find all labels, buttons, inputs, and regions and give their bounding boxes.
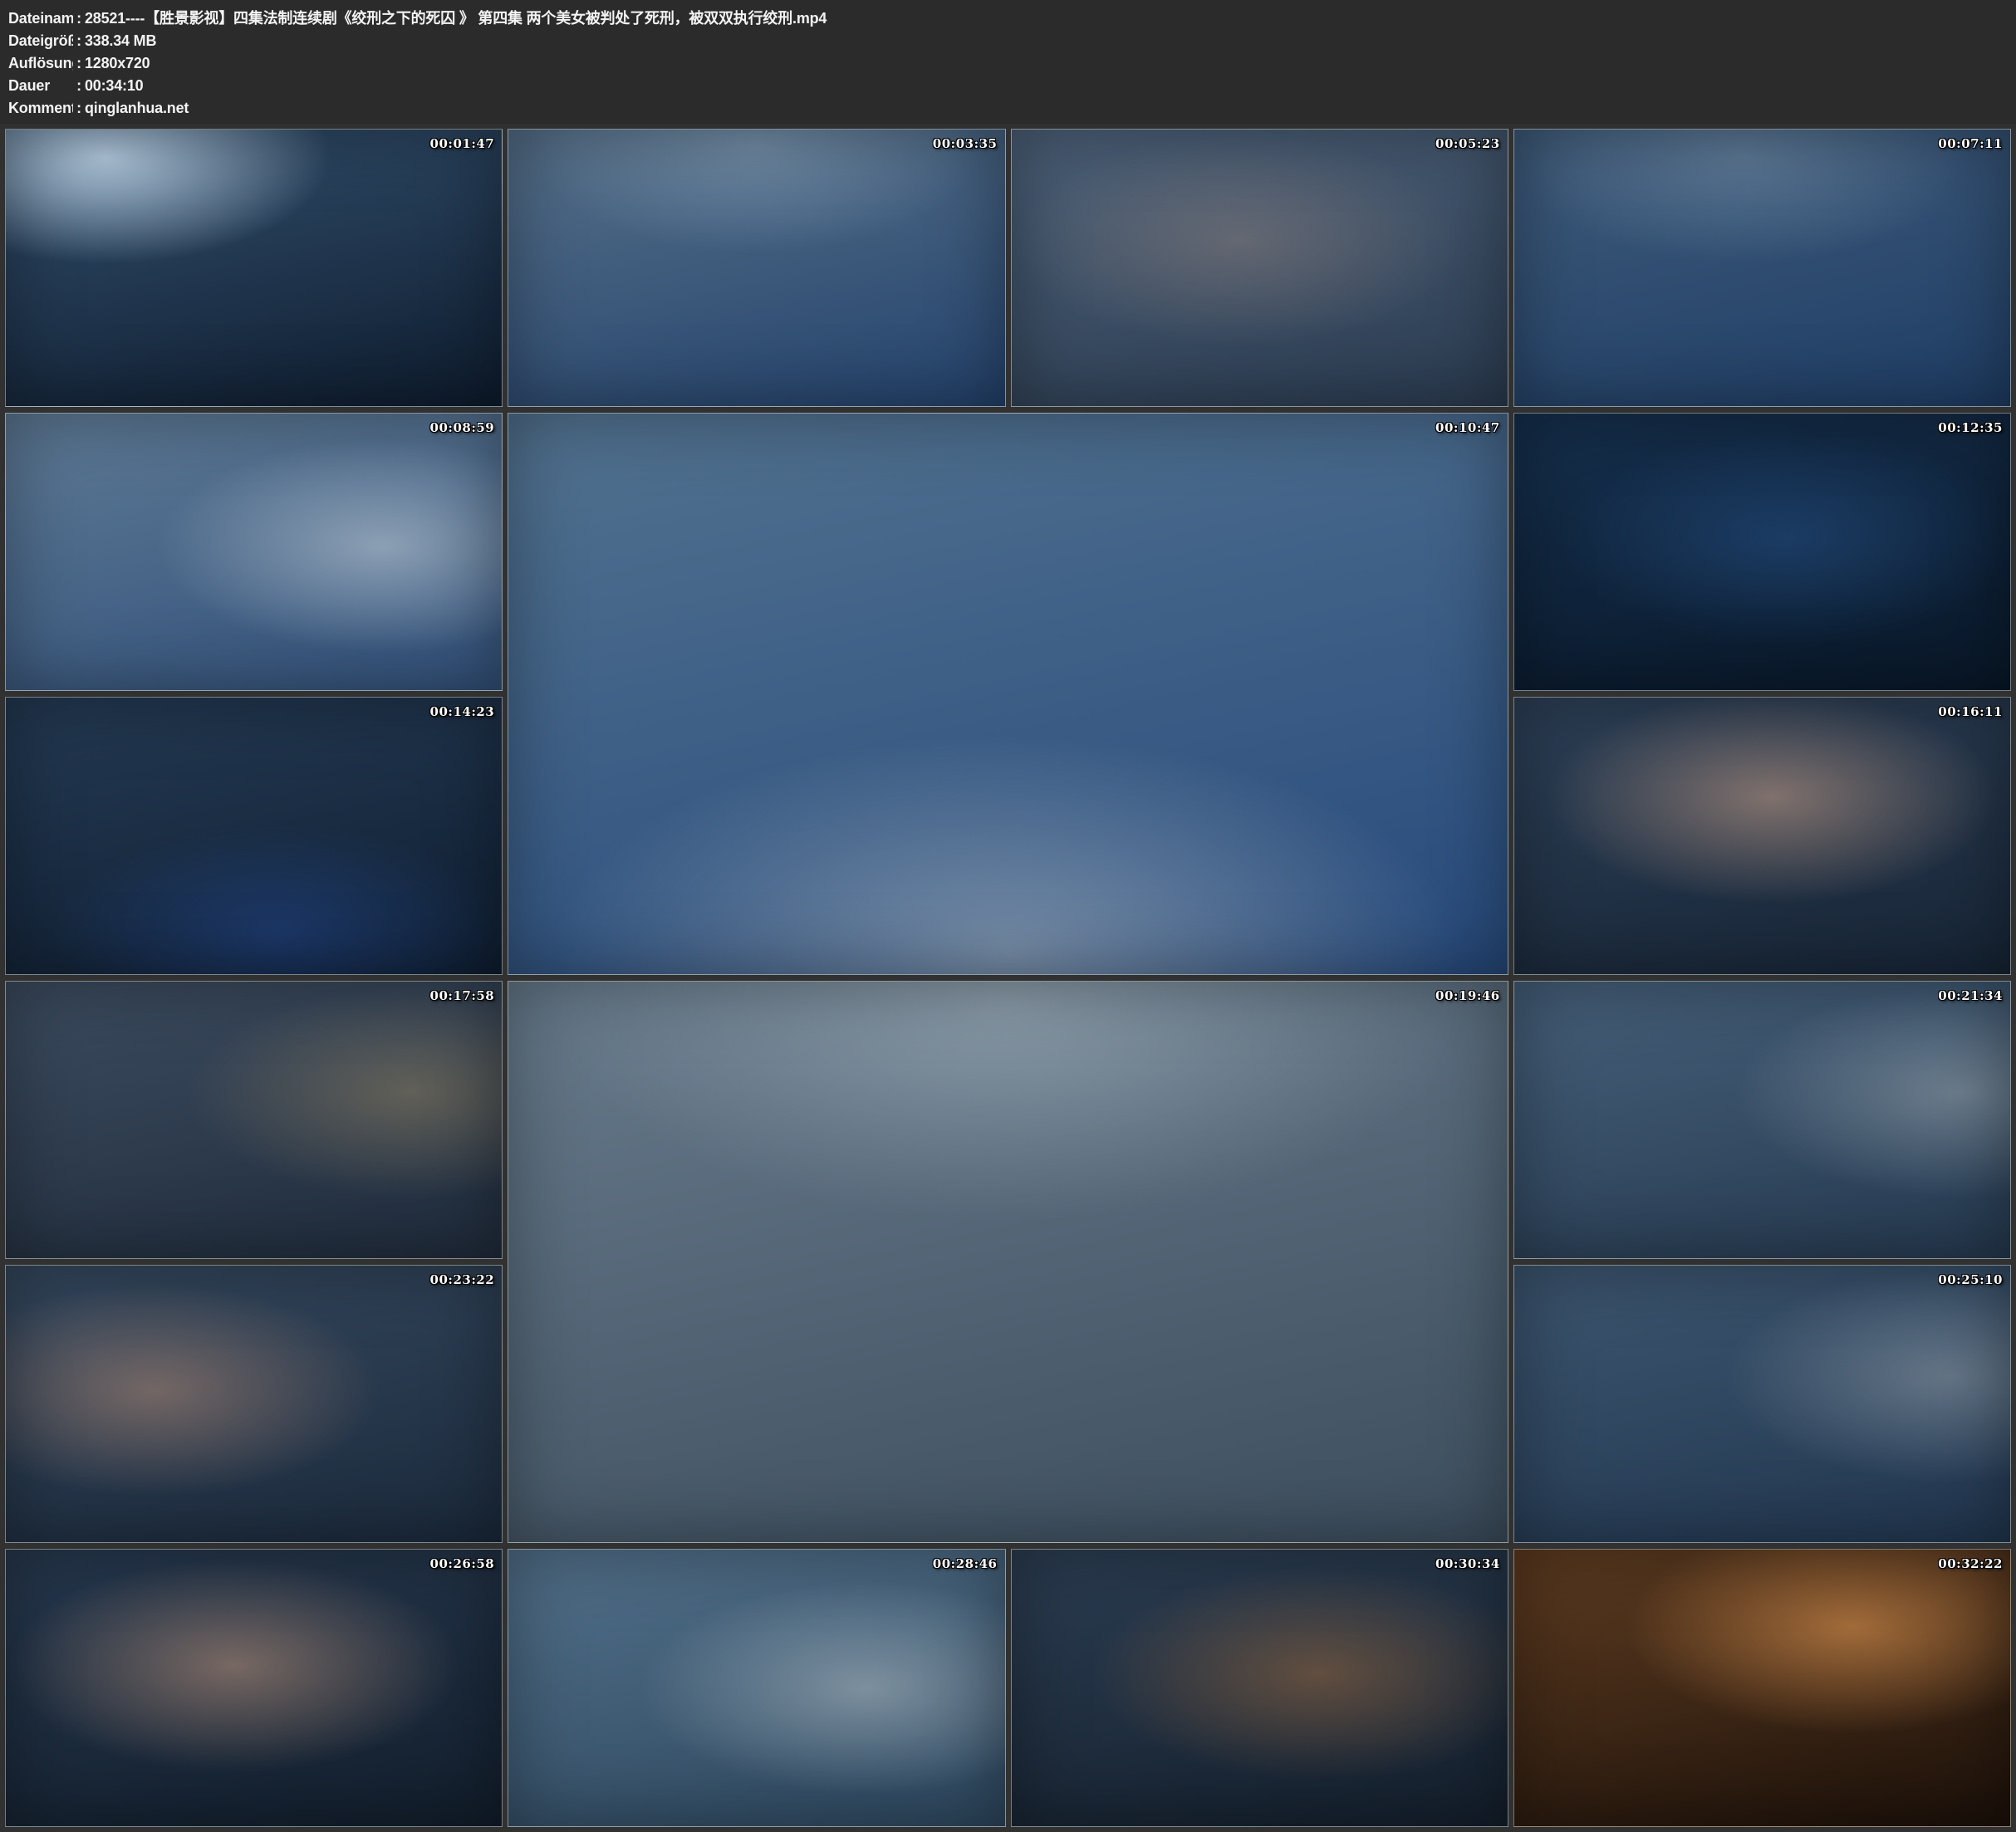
video-thumbnail: 00:08:59 [5,413,503,691]
timestamp-overlay: 00:05:23 [1435,136,1500,151]
video-thumbnail: 00:25:10 [1513,1265,2011,1543]
timestamp-overlay: 00:07:11 [1938,136,2003,151]
timestamp-overlay: 00:28:46 [933,1556,998,1571]
video-thumbnail: 00:28:46 [508,1549,1005,1827]
timestamp-overlay: 00:08:59 [430,420,495,435]
video-thumbnail: 00:14:23 [5,697,503,975]
video-thumbnail: 00:12:35 [1513,413,2011,691]
timestamp-overlay: 00:03:35 [933,136,998,151]
video-thumbnail: 00:21:34 [1513,981,2011,1259]
video-thumbnail: 00:05:23 [1011,129,1508,407]
metadata-label: Dauer [8,75,73,97]
timestamp-overlay: 00:10:47 [1435,420,1500,435]
metadata-row-dateiname: Dateiname : 28521----【胜景影视】四集法制连续剧《绞刑之下的… [8,7,2008,30]
video-thumbnail: 00:01:47 [5,129,503,407]
filename-value: 28521----【胜景影视】四集法制连续剧《绞刑之下的死囚 》 第四集 两个美… [85,7,2008,30]
video-thumbnail: 00:10:47 [508,413,1508,975]
timestamp-overlay: 00:19:46 [1435,988,1500,1003]
resolution-value: 1280x720 [85,52,2008,75]
video-thumbnail: 00:17:58 [5,981,503,1259]
metadata-row-kommentar: Kommentar : qinglanhua.net [8,97,2008,120]
timestamp-overlay: 00:12:35 [1938,420,2003,435]
metadata-row-dateigroesse: Dateigröße : 338.34 MB [8,30,2008,52]
metadata-label: Kommentar [8,97,73,120]
timestamp-overlay: 00:16:11 [1938,704,2003,719]
metadata-separator: : [73,97,85,120]
metadata-label: Dateigröße [8,30,73,52]
video-thumbnail: 00:32:22 [1513,1549,2011,1827]
video-thumbnail: 00:23:22 [5,1265,503,1543]
video-thumbnail: 00:07:11 [1513,129,2011,407]
timestamp-overlay: 00:26:58 [430,1556,495,1571]
video-contact-sheet: Dateiname : 28521----【胜景影视】四集法制连续剧《绞刑之下的… [0,0,2016,1832]
metadata-separator: : [73,7,85,30]
video-thumbnail: 00:26:58 [5,1549,503,1827]
thumbnail-grid: 00:01:47 00:03:35 00:05:23 00:07:11 00:0… [0,124,2016,1832]
timestamp-overlay: 00:21:34 [1938,988,2003,1003]
timestamp-overlay: 00:14:23 [430,704,495,719]
metadata-label: Dateiname [8,7,73,30]
filesize-value: 338.34 MB [85,30,2008,52]
timestamp-overlay: 00:30:34 [1435,1556,1500,1571]
metadata-separator: : [73,30,85,52]
metadata-separator: : [73,52,85,75]
comment-value: qinglanhua.net [85,97,2008,120]
timestamp-overlay: 00:23:22 [430,1272,495,1287]
video-thumbnail: 00:16:11 [1513,697,2011,975]
timestamp-overlay: 00:25:10 [1938,1272,2003,1287]
timestamp-overlay: 00:01:47 [430,136,495,151]
video-thumbnail: 00:03:35 [508,129,1005,407]
duration-value: 00:34:10 [85,75,2008,97]
metadata-row-aufloesung: Auflösung : 1280x720 [8,52,2008,75]
metadata-label: Auflösung [8,52,73,75]
video-thumbnail: 00:19:46 [508,981,1508,1543]
video-thumbnail: 00:30:34 [1011,1549,1508,1827]
timestamp-overlay: 00:32:22 [1938,1556,2003,1571]
metadata-separator: : [73,75,85,97]
file-metadata-header: Dateiname : 28521----【胜景影视】四集法制连续剧《绞刑之下的… [0,0,2016,124]
metadata-row-dauer: Dauer : 00:34:10 [8,75,2008,97]
timestamp-overlay: 00:17:58 [430,988,495,1003]
